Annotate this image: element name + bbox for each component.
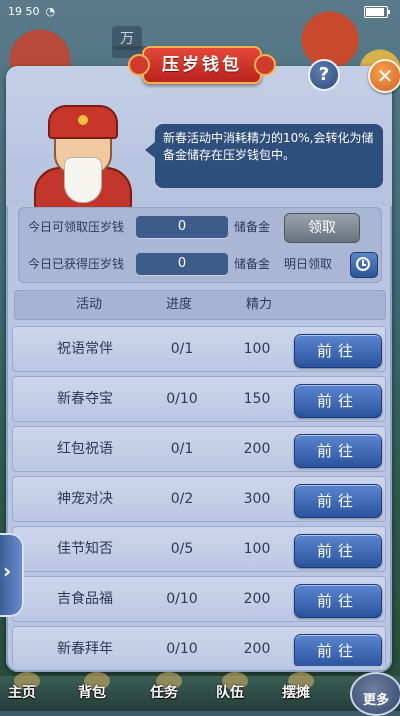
close-button[interactable]: ✕ xyxy=(368,59,400,93)
table-row: 新春拜年 0/10 200 前往 xyxy=(12,626,386,666)
activity-name: 吉食品福 xyxy=(57,591,113,607)
claim-tomorrow-text: 明日领取 xyxy=(284,257,333,271)
activity-progress: 0/10 xyxy=(166,641,198,657)
activity-list[interactable]: 祝语常伴 0/1 100 前往 新春夺宝 0/10 150 前往 红包祝语 0/… xyxy=(12,322,390,666)
table-row: 佳节知否 0/5 100 前往 xyxy=(12,526,386,572)
activity-energy: 300 xyxy=(243,491,271,507)
reserve-label: 储备金 xyxy=(234,220,271,234)
reserve-label-2: 储备金 xyxy=(234,257,271,271)
activity-energy: 200 xyxy=(243,441,271,457)
npc-speech-bubble: 新春活动中消耗精力的10%,会转化为储备金储存在压岁钱包中。 xyxy=(145,124,383,188)
obtained-row: 今日已获得压岁钱 0 储备金 明日领取 xyxy=(18,249,382,279)
go-button[interactable]: 前往 xyxy=(294,384,382,418)
activity-energy: 100 xyxy=(243,341,271,357)
activity-energy: 200 xyxy=(243,641,271,657)
activity-name: 新春夺宝 xyxy=(57,391,113,407)
menu-team[interactable]: 队伍 xyxy=(216,672,248,708)
status-bar: 19 50 ◔ xyxy=(0,0,400,22)
menu-bag[interactable]: 背包 xyxy=(78,672,110,708)
table-row: 祝语常伴 0/1 100 前往 xyxy=(12,326,386,372)
header-activity: 活动 xyxy=(75,297,102,312)
table-row: 新春夺宝 0/10 150 前往 xyxy=(12,376,386,422)
claim-button[interactable]: 领取 xyxy=(284,213,360,243)
header-energy: 精力 xyxy=(245,297,272,312)
table-row: 红包祝语 0/1 200 前往 xyxy=(12,426,386,472)
help-button[interactable]: ? xyxy=(308,59,340,91)
activity-progress: 0/5 xyxy=(170,541,194,557)
claimable-value: 0 xyxy=(136,216,228,238)
activity-progress: 0/10 xyxy=(166,391,198,407)
more-button[interactable]: 更多 xyxy=(350,672,400,716)
activity-name: 佳节知否 xyxy=(57,541,113,557)
npc-avatar xyxy=(30,105,140,209)
claimable-row: 今日可领取压岁钱 0 储备金 领取 xyxy=(18,212,382,243)
header-progress: 进度 xyxy=(165,297,192,312)
go-button[interactable]: 前往 xyxy=(294,334,382,368)
menu-stall[interactable]: 摆摊 xyxy=(282,672,314,708)
activity-energy: 150 xyxy=(243,391,271,407)
activity-name: 红包祝语 xyxy=(57,441,113,457)
obtained-value: 0 xyxy=(136,253,228,275)
activity-name: 祝语常伴 xyxy=(57,341,113,357)
activity-progress: 0/1 xyxy=(170,441,194,457)
go-button[interactable]: 前往 xyxy=(294,584,382,618)
go-button[interactable]: 前往 xyxy=(294,434,382,468)
obtained-label: 今日已获得压岁钱 xyxy=(28,257,125,271)
go-button[interactable]: 前往 xyxy=(294,534,382,568)
go-button[interactable]: 前往 xyxy=(294,634,382,666)
activity-progress: 0/1 xyxy=(170,341,194,357)
bottom-menu-bar: 主页 背包 任务 队伍 摆摊 xyxy=(0,672,400,711)
wifi-icon: ◔ xyxy=(45,4,56,18)
go-button[interactable]: 前往 xyxy=(294,484,382,518)
activity-energy: 100 xyxy=(243,541,271,557)
activity-energy: 200 xyxy=(243,591,271,607)
menu-tasks[interactable]: 任务 xyxy=(150,672,182,708)
chevron-right-icon: › xyxy=(3,559,12,583)
status-time: 19 50 xyxy=(8,4,40,18)
side-expand-tab[interactable]: › xyxy=(0,533,24,617)
table-row: 吉食品福 0/10 200 前往 xyxy=(12,576,386,622)
activity-progress: 0/10 xyxy=(166,591,198,607)
claimable-label: 今日可领取压岁钱 xyxy=(28,220,125,234)
clock-icon xyxy=(356,257,370,271)
table-row: 神宠对决 0/2 300 前往 xyxy=(12,476,386,522)
menu-home[interactable]: 主页 xyxy=(8,672,40,708)
activity-table-header: 活动 进度 精力 xyxy=(14,290,386,320)
activity-progress: 0/2 xyxy=(170,491,194,507)
battery-icon xyxy=(364,6,390,18)
clock-button[interactable] xyxy=(350,252,378,278)
reward-info-box: 今日可领取压岁钱 0 储备金 领取 今日已获得压岁钱 0 储备金 明日领取 xyxy=(18,207,382,283)
activity-name: 新春拜年 xyxy=(57,641,113,657)
dialog-title: 压岁钱包 xyxy=(128,46,276,84)
activity-name: 神宠对决 xyxy=(57,491,113,507)
